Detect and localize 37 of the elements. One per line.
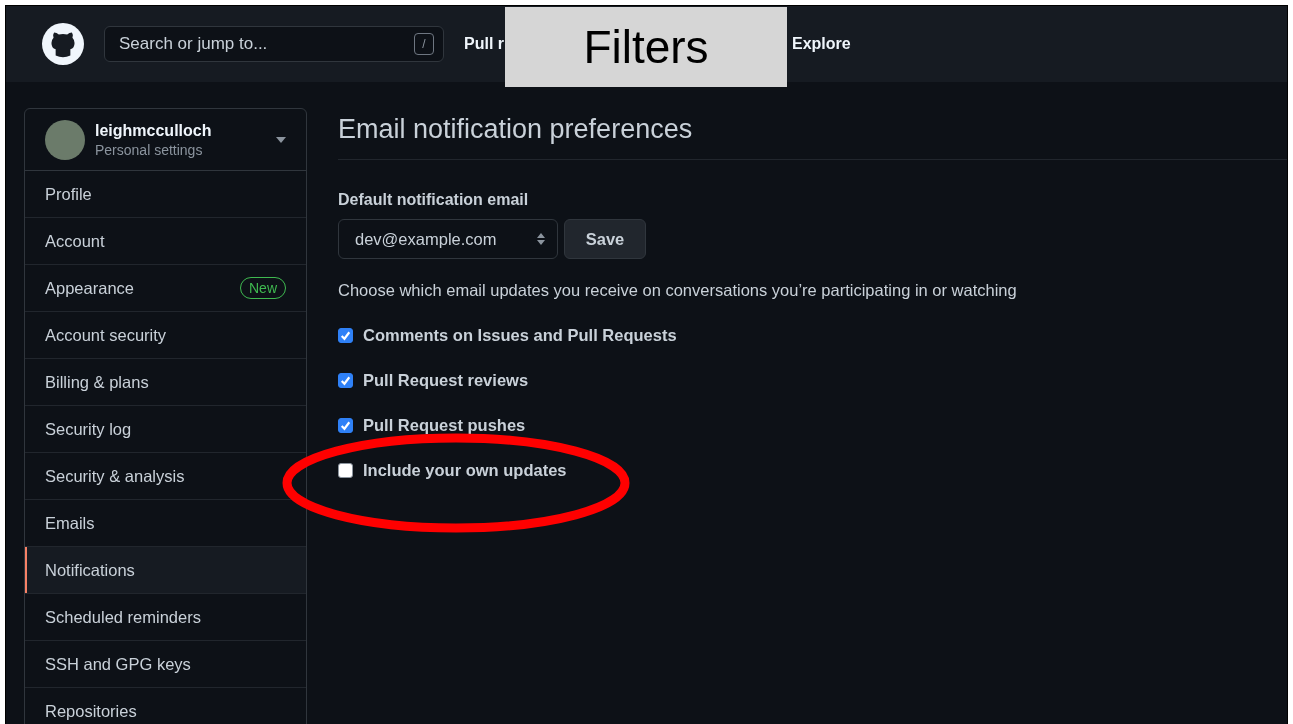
sidebar-item[interactable]: Account xyxy=(25,218,306,265)
user-name: leighmcculloch xyxy=(95,121,213,140)
save-button[interactable]: Save xyxy=(564,219,646,259)
sidebar-item[interactable]: Security log xyxy=(25,406,306,453)
sidebar-item[interactable]: Account security xyxy=(25,312,306,359)
caret-icon[interactable] xyxy=(276,136,286,143)
checkbox[interactable] xyxy=(338,373,353,388)
sidebar-item[interactable]: Appearance New xyxy=(25,265,306,312)
checkbox-label: Comments on Issues and Pull Requests xyxy=(363,326,677,345)
checkmark-icon xyxy=(339,329,352,342)
checkbox-label: Include your own updates xyxy=(363,461,567,480)
caption-label: Filters xyxy=(505,7,787,87)
checkbox-label: Pull Request pushes xyxy=(363,416,526,435)
page-title: Email notification preferences xyxy=(338,114,1287,160)
sidebar-item[interactable]: SSH and GPG keys xyxy=(25,641,306,688)
checkmark-icon xyxy=(339,374,352,387)
field-label: Default notification email xyxy=(338,191,530,209)
email-select[interactable]: dev@example.com xyxy=(338,219,558,259)
avatar xyxy=(45,119,85,160)
nav-link[interactable]: Explore xyxy=(792,35,851,53)
cat-logo-icon[interactable] xyxy=(42,23,84,65)
description-text: Choose which email updates you receive on conversations you’re participating in or watching xyxy=(338,281,1018,300)
checkmark-icon xyxy=(339,419,352,432)
sidebar-item[interactable]: Billing & plans xyxy=(25,359,306,406)
sidebar-item[interactable]: Notifications xyxy=(25,547,306,594)
checkbox-label: Pull Request reviews xyxy=(363,371,529,390)
checkbox[interactable] xyxy=(338,418,353,433)
shortcut-key: / xyxy=(414,33,434,55)
sidebar-item[interactable]: Repositories xyxy=(25,688,306,724)
sort-arrows-icon xyxy=(537,233,545,245)
checkbox[interactable] xyxy=(338,328,353,343)
sidebar-item[interactable]: Scheduled reminders xyxy=(25,594,306,641)
sidebar-item[interactable]: Profile xyxy=(25,171,306,218)
sidebar-item[interactable]: Security & analysis xyxy=(25,453,306,500)
user-subtitle: Personal settings xyxy=(95,141,204,158)
checkbox[interactable] xyxy=(338,463,353,478)
nav-link[interactable]: Pull r xyxy=(464,35,505,53)
